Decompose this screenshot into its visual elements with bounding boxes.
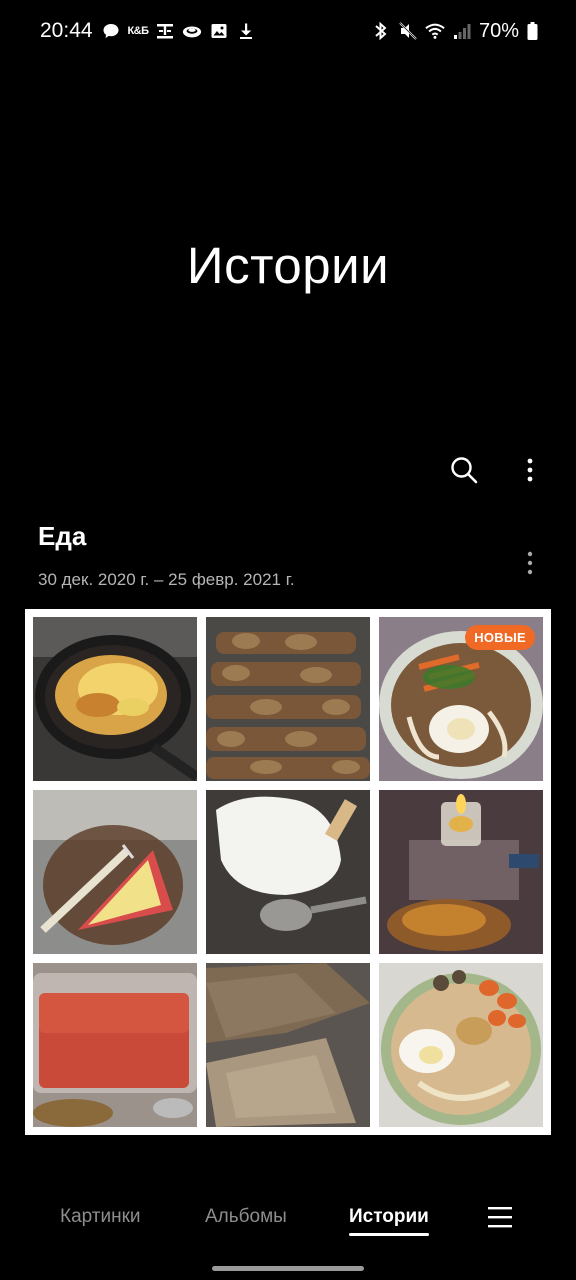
photo-ice-cream[interactable] bbox=[206, 790, 370, 954]
photo-candle-dessert[interactable] bbox=[379, 790, 543, 954]
bluetooth-icon bbox=[371, 21, 391, 41]
notification-icons: К&Б bbox=[101, 20, 256, 42]
story-date-range: 30 дек. 2020 г. – 25 февр. 2021 г. bbox=[38, 570, 295, 589]
tab-stories[interactable]: Истории bbox=[349, 1206, 429, 1236]
tab-pictures[interactable]: Картинки bbox=[60, 1206, 141, 1228]
download-icon bbox=[236, 21, 256, 41]
photo-flatbread[interactable] bbox=[206, 963, 370, 1127]
image-icon bbox=[209, 21, 229, 41]
battery-icon bbox=[526, 21, 538, 41]
photo-shashlik[interactable] bbox=[206, 617, 370, 781]
story-collage[interactable]: НОВЫЕ bbox=[25, 609, 551, 1135]
photo-red-sauce[interactable] bbox=[33, 963, 197, 1127]
search-icon bbox=[451, 457, 478, 484]
status-time: 20:44 bbox=[40, 19, 93, 42]
story-title[interactable]: Еда bbox=[38, 521, 86, 552]
menu-button[interactable] bbox=[485, 1202, 515, 1232]
battery-percent: 70% bbox=[478, 19, 519, 42]
bottom-navigation: Картинки Альбомы Истории bbox=[0, 1190, 576, 1250]
trophy-icon bbox=[155, 21, 175, 41]
photo-noodle-soup[interactable]: НОВЫЕ bbox=[379, 617, 543, 781]
photo-ramen-bowl[interactable] bbox=[379, 963, 543, 1127]
chat-bubble-icon bbox=[101, 21, 121, 41]
photo-fried-pasta[interactable] bbox=[33, 617, 197, 781]
hamburger-icon bbox=[488, 1207, 512, 1228]
header-actions bbox=[446, 452, 548, 488]
cloud-icon bbox=[182, 21, 202, 41]
photo-pizza-slice[interactable] bbox=[33, 790, 197, 954]
tab-stories-label: Истории bbox=[349, 1206, 429, 1227]
tab-albums[interactable]: Альбомы bbox=[205, 1206, 287, 1228]
status-bar: 20:44 К&Б 70% bbox=[0, 0, 576, 64]
page-title: Истории bbox=[186, 237, 390, 294]
more-vert-icon bbox=[527, 458, 533, 482]
wifi-icon bbox=[425, 21, 445, 41]
system-icons: 70% bbox=[371, 20, 538, 42]
kb-app-icon: К&Б bbox=[127, 25, 149, 37]
active-tab-indicator bbox=[349, 1233, 429, 1236]
more-options-button[interactable] bbox=[512, 452, 548, 488]
home-indicator[interactable] bbox=[212, 1266, 364, 1271]
mute-icon bbox=[398, 21, 418, 41]
signal-icon bbox=[452, 21, 472, 41]
more-vert-icon bbox=[527, 551, 533, 575]
story-more-button[interactable] bbox=[518, 546, 542, 580]
new-badge: НОВЫЕ bbox=[465, 625, 535, 650]
search-button[interactable] bbox=[446, 452, 482, 488]
